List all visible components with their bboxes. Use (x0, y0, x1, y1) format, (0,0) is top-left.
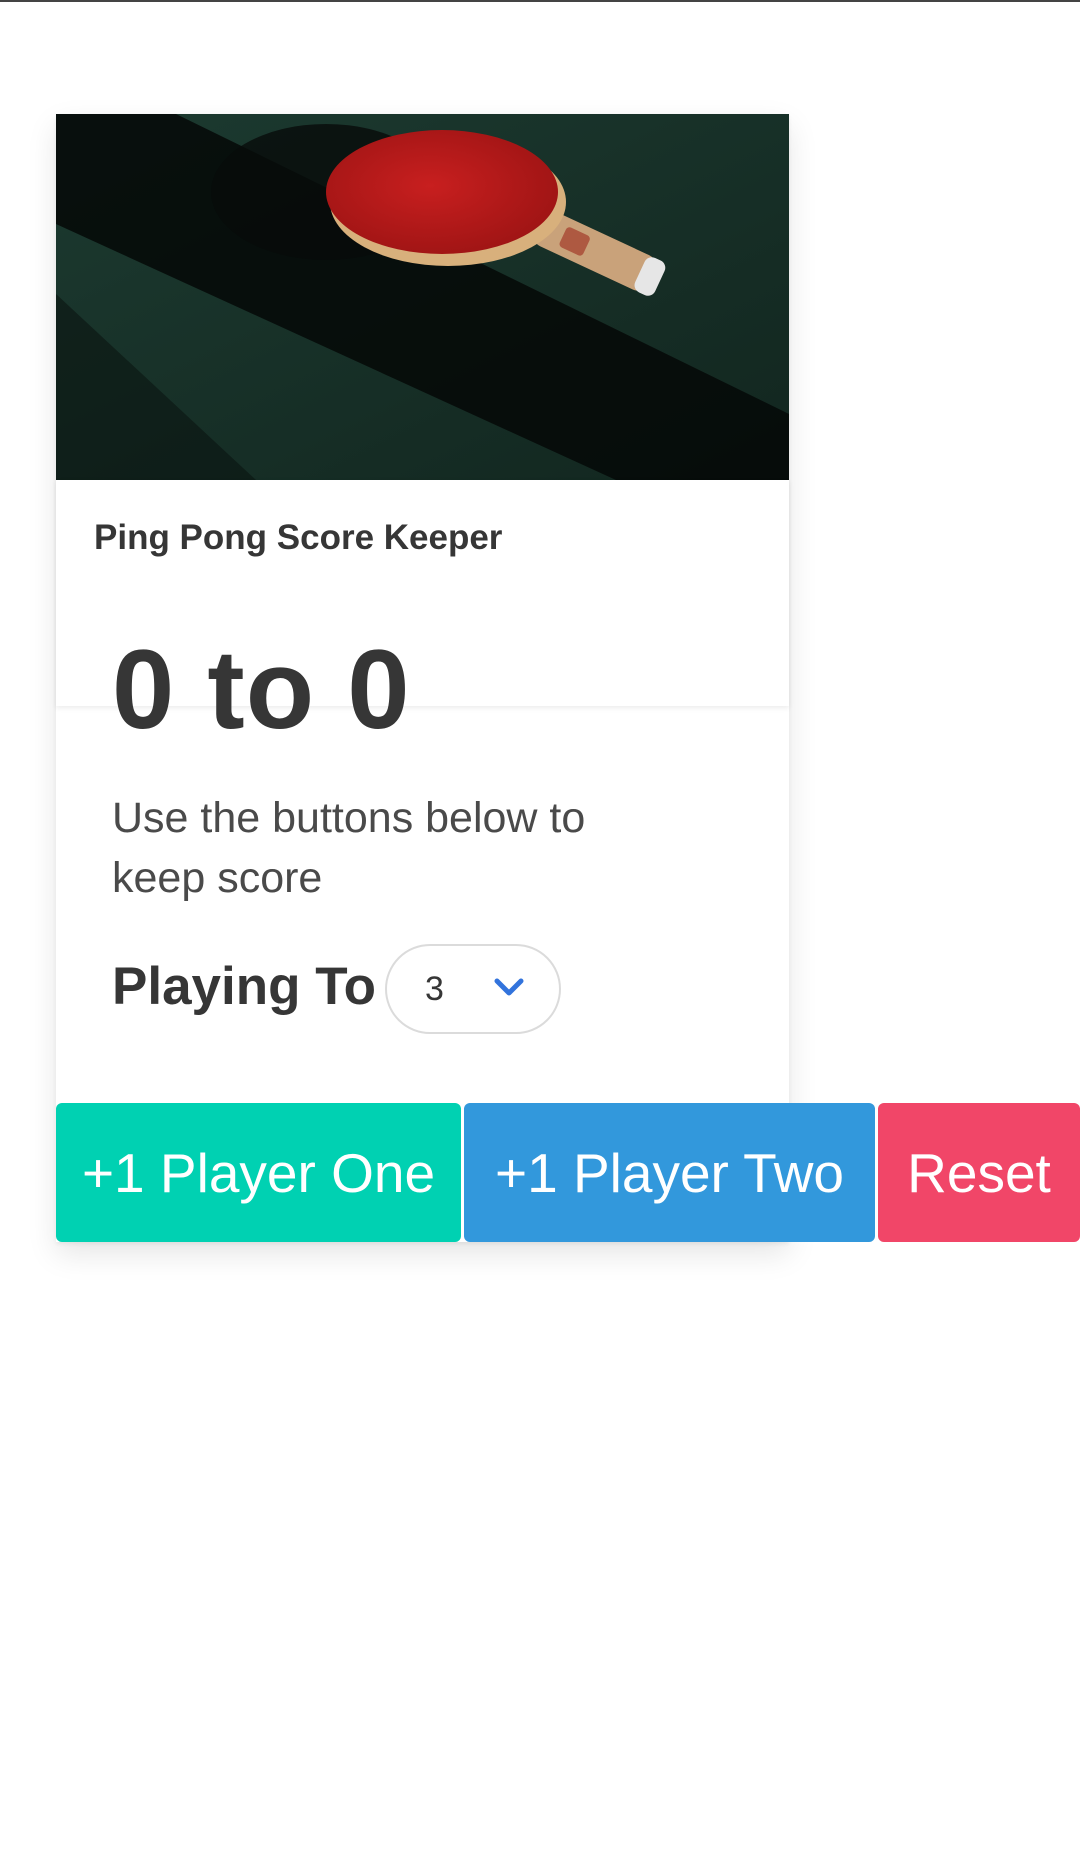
score-display: 0 to 0 (112, 627, 411, 752)
playing-to-label: Playing To (112, 957, 377, 1016)
player-one-button[interactable]: +1 Player One (56, 1103, 461, 1242)
card-image (56, 114, 789, 480)
chevron-down-icon (493, 976, 525, 1003)
card-title: Ping Pong Score Keeper (94, 518, 503, 557)
ping-pong-paddle-image (56, 114, 789, 480)
player-two-button[interactable]: +1 Player Two (464, 1103, 875, 1242)
top-border (0, 0, 1080, 2)
score-keeper-card: Ping Pong Score Keeper 0 to 0 Use the bu… (56, 114, 789, 1242)
instructions-text: Use the buttons below to keep score (112, 794, 586, 902)
playing-to-value: 3 (425, 970, 444, 1008)
reset-button[interactable]: Reset (878, 1103, 1080, 1242)
playing-to-select[interactable]: 3 (385, 944, 561, 1034)
card-content: 0 to 0 Use the buttons below to keep sco… (56, 598, 789, 1110)
